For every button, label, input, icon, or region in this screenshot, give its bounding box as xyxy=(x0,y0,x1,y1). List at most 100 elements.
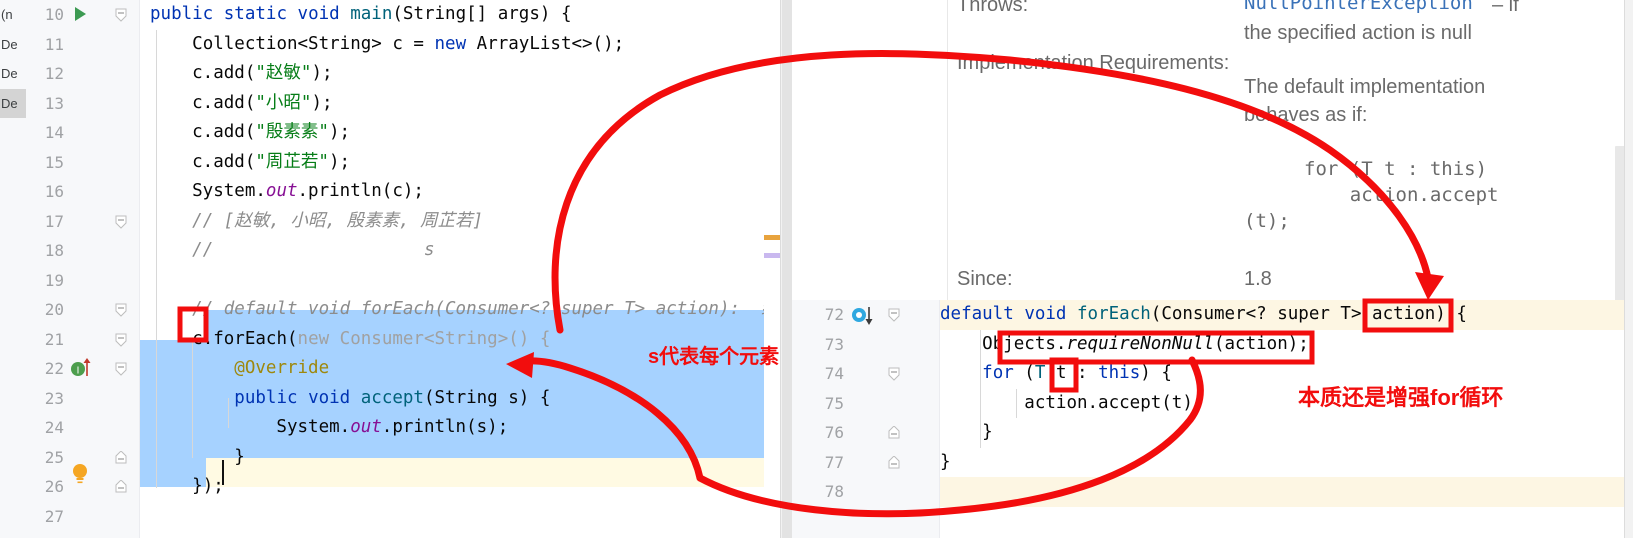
annotation-token: @Override xyxy=(234,358,330,378)
scroll-marker-warning[interactable] xyxy=(764,235,780,240)
right-pane[interactable]: Throws: NullPointerException – if the sp… xyxy=(792,0,1633,538)
code-token: Collection<String> xyxy=(192,33,382,54)
line-number: 75 xyxy=(824,393,844,413)
code-line[interactable]: Collection<String> c = new ArrayList<>()… xyxy=(140,30,624,60)
fold-handle-icon[interactable] xyxy=(114,0,128,30)
code-token-variable-c[interactable]: c xyxy=(192,329,203,349)
line-number: 26 xyxy=(44,477,64,496)
right-code-content[interactable]: default void forEach(Consumer<? super T>… xyxy=(940,300,1633,538)
code-token: static xyxy=(223,4,298,24)
code-token: void xyxy=(1024,304,1067,324)
code-line[interactable]: c.add("小昭"); xyxy=(140,89,332,119)
doc-code-line: (t); xyxy=(1244,210,1290,232)
override-marker-icon[interactable] xyxy=(850,300,878,330)
fold-handle-icon[interactable] xyxy=(887,418,901,448)
code-line[interactable]: public static void main(String[] args) { xyxy=(140,0,572,30)
code-token: }); xyxy=(192,476,224,496)
left-gutter[interactable]: 10 11 12 13 14 15 16 17 18 19 20 21 22 2… xyxy=(26,0,140,538)
fold-handle-icon[interactable] xyxy=(114,354,128,384)
code-line[interactable]: default void forEach(Consumer<? super T>… xyxy=(940,300,1467,330)
code-line[interactable]: // [赵敏, 小昭, 殷素素, 周芷若] xyxy=(140,207,483,237)
code-line[interactable]: // default void forEach(Consumer<? super… xyxy=(140,295,779,325)
run-arrow-icon[interactable] xyxy=(70,0,96,30)
editor-scroll-markers[interactable] xyxy=(764,0,780,538)
fold-handle-icon[interactable] xyxy=(887,300,901,330)
code-token: (String[] args) { xyxy=(392,4,572,24)
doc-code-line: action.accept xyxy=(1304,184,1499,206)
project-tree-item[interactable]: De xyxy=(0,59,26,89)
fold-handle-icon[interactable] xyxy=(887,359,901,389)
line-number: 77 xyxy=(824,452,844,472)
right-scrollbar-track[interactable] xyxy=(1624,0,1633,538)
line-number: 22 xyxy=(44,359,64,378)
project-tree-item-selected[interactable]: De xyxy=(0,88,26,118)
code-token: ArrayList<>(); xyxy=(476,33,625,54)
code-token: action.accept(t); xyxy=(1024,392,1204,413)
code-line[interactable]: c.add("赵敏"); xyxy=(140,59,332,89)
implementation-marker-icon[interactable]: I xyxy=(70,354,96,384)
comment-token: // default void forEach(Consumer<? super… xyxy=(192,299,779,319)
line-number: 18 xyxy=(44,241,64,260)
fold-handle-icon[interactable] xyxy=(114,325,128,355)
left-editor-pane[interactable]: 10 11 12 13 14 15 16 17 18 19 20 21 22 2… xyxy=(26,0,780,538)
project-tree-item[interactable]: De xyxy=(0,30,26,60)
code-line[interactable]: c.forEach(new Consumer<String>() { xyxy=(140,325,550,355)
code-token-action-param[interactable]: action xyxy=(1372,304,1435,324)
annotation-note-s: s代表每个元素 xyxy=(648,346,780,368)
line-number: 12 xyxy=(44,64,64,83)
code-line[interactable]: Objects.requireNonNull(action); xyxy=(940,330,1309,360)
doc-exception-link[interactable]: NullPointerException xyxy=(1244,0,1473,14)
code-line[interactable]: } xyxy=(140,443,245,473)
code-token: T xyxy=(1034,363,1046,383)
code-line[interactable]: public void accept(String s) { xyxy=(140,384,550,414)
code-token: : xyxy=(1066,363,1099,383)
right-code-area[interactable]: 72 73 74 75 76 77 78 default void forEac… xyxy=(792,300,1633,538)
doc-label-throws: Throws: xyxy=(957,0,1029,16)
code-token: public xyxy=(150,4,224,24)
fold-handle-icon[interactable] xyxy=(114,295,128,325)
scroll-marker-info[interactable] xyxy=(764,253,780,258)
right-gutter[interactable]: 72 73 74 75 76 77 78 xyxy=(792,300,940,538)
line-number: 73 xyxy=(824,334,844,354)
project-tool-strip[interactable]: (n De De De xyxy=(0,0,27,538)
code-token: void xyxy=(297,4,351,24)
code-line[interactable]: c.add("周芷若"); xyxy=(140,148,350,178)
left-code-content[interactable]: public static void main(String[] args) {… xyxy=(140,0,780,538)
line-number: 76 xyxy=(824,423,844,442)
code-token: main xyxy=(350,4,393,24)
fold-handle-icon[interactable] xyxy=(114,472,128,502)
code-token-variable-t[interactable]: t xyxy=(1056,363,1067,383)
code-token: .forEach( xyxy=(202,328,298,349)
code-line[interactable]: } xyxy=(940,448,951,478)
project-tree-item[interactable]: (n xyxy=(0,0,26,30)
code-line[interactable]: System.out.println(s); xyxy=(140,413,508,443)
fold-handle-icon[interactable] xyxy=(114,443,128,473)
line-number: 20 xyxy=(44,300,64,319)
string-literal: "殷素素" xyxy=(255,122,329,142)
line-number: 17 xyxy=(44,211,64,231)
scrollbar-thumb[interactable] xyxy=(782,0,792,538)
code-line[interactable]: }); xyxy=(140,472,224,502)
line-number: 15 xyxy=(44,152,64,172)
intention-bulb-icon[interactable] xyxy=(70,458,96,488)
code-line[interactable]: action.accept(t); xyxy=(940,389,1203,419)
code-line[interactable]: // s xyxy=(140,236,434,266)
line-number: 21 xyxy=(44,329,64,349)
code-token: Objects xyxy=(982,333,1056,354)
code-line[interactable] xyxy=(140,266,150,296)
code-line[interactable]: } xyxy=(940,418,993,448)
code-token: default xyxy=(940,304,1014,324)
code-line[interactable]: @Override xyxy=(140,354,329,384)
doc-impl-line2: behaves as if: xyxy=(1244,104,1368,126)
code-line[interactable]: c.add("殷素素"); xyxy=(140,118,350,148)
annotation-note-foreach: 本质还是增强for循环 xyxy=(1298,385,1504,410)
code-token: new xyxy=(434,33,467,54)
fold-handle-icon[interactable] xyxy=(114,207,128,237)
fold-handle-icon[interactable] xyxy=(887,448,901,478)
code-token: forEach xyxy=(1077,304,1151,324)
code-line[interactable]: for (T t : this) { xyxy=(940,359,1172,389)
doc-label-impl-req: Implementation Requirements: xyxy=(957,52,1230,74)
code-line[interactable]: System.out.println(c); xyxy=(140,177,424,207)
documentation-popup[interactable]: Throws: NullPointerException – if the sp… xyxy=(792,0,1633,404)
doc-since-value: 1.8 xyxy=(1244,268,1272,290)
